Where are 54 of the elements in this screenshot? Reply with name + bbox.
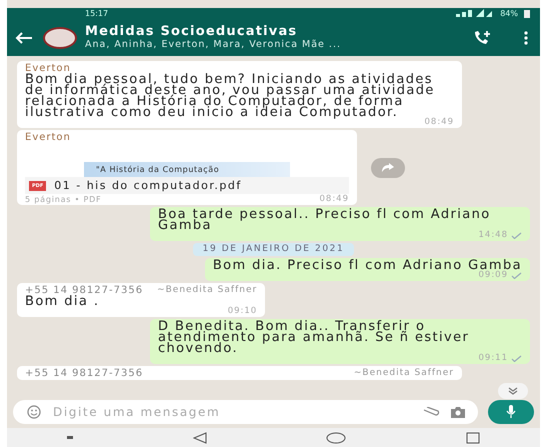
status-time: 15:17	[85, 9, 108, 18]
battery-icon	[524, 9, 530, 18]
camera-icon[interactable]	[450, 406, 466, 418]
date-divider: 19 DE JANEIRO DE 2021	[192, 243, 354, 256]
share-arrow-icon	[381, 162, 395, 172]
paperclip-icon[interactable]	[422, 407, 440, 417]
microphone-button[interactable]	[488, 400, 534, 424]
scroll-down-button[interactable]	[498, 383, 528, 399]
group-members: Ana, Aninha, Everton, Mara, Veronica Mãe ...	[85, 39, 342, 51]
message-bubble[interactable]: D Benedita. Bom dia.. Transferir o atendimento para amanhã. Se ñ estiver chovendo. 09:11	[150, 319, 530, 364]
sent-tick-icon	[511, 232, 522, 239]
back-arrow-icon[interactable]	[15, 32, 33, 44]
message-time: 08:49	[424, 118, 454, 127]
recent-apps-icon[interactable]	[466, 432, 480, 444]
battery-level: 84%	[500, 9, 518, 18]
message-text: D Benedita. Bom dia.. Transferir o atendimento para amanhã. Se ñ estiver chovendo.	[158, 321, 470, 354]
add-call-icon[interactable]	[472, 30, 492, 46]
preview-title: "A História da Computação	[84, 162, 290, 177]
back-icon[interactable]	[192, 432, 207, 444]
message-text: Boa tarde pessoal.. Preciso fl com Adriano Gamba	[158, 209, 491, 231]
document-preview[interactable]: "A História da Computação	[25, 143, 349, 177]
message-time: 09:10	[228, 307, 258, 316]
sender-name: ~Benedita Saffner	[354, 368, 454, 379]
more-options-icon[interactable]	[524, 30, 528, 44]
message-bubble[interactable]: Bom dia. Preciso fl com Adriano Gamba 09:09	[204, 258, 530, 281]
message-bubble[interactable]	[17, 61, 462, 128]
microphone-icon	[506, 405, 516, 419]
double-chevron-icon	[508, 387, 518, 395]
message-time: 08:49	[320, 195, 349, 204]
signal-icon	[454, 8, 494, 16]
group-title[interactable]: Medidas Socioeducativas	[85, 24, 464, 39]
message-input-field[interactable]: Digite uma mensagem	[51, 404, 412, 420]
sent-tick-icon	[511, 272, 522, 279]
group-avatar[interactable]	[43, 26, 77, 48]
file-info: 5 páginas • PDF	[25, 195, 102, 204]
file-name: 01 - his do computador.pdf	[54, 180, 242, 191]
message-time: 09:11	[478, 354, 508, 363]
sender-name: Everton	[25, 63, 71, 74]
message-text: Bom dia. Preciso fl com Adriano Gamba	[212, 260, 522, 271]
message-text: Bom dia .	[25, 296, 100, 307]
message-composer[interactable]: Digite uma mensagem	[13, 400, 478, 424]
message-bubble[interactable]: +55 14 98127-7356 ~Benedita Saffner	[17, 366, 462, 380]
emoji-icon[interactable]	[27, 405, 41, 419]
message-time: 14:48	[478, 231, 508, 240]
sender-name: ~Benedita Saffner	[157, 285, 258, 296]
message-time: 09:09	[478, 271, 508, 280]
message-bubble[interactable]: +55 14 98127-7356 ~Benedita Saffner Bom dia . 09:10	[17, 283, 266, 317]
home-icon[interactable]	[326, 432, 346, 444]
message-text: Bom dia pessoal, tudo bem? Iniciando as atividades de informática deste ano, vou passar uma atividade relacionada a História do Computador, de forma ilustrativa como deu inicio a ideia Computador.	[25, 74, 435, 118]
message-bubble[interactable]: Boa tarde pessoal.. Preciso fl com Adriano Gamba 14:48	[150, 207, 530, 241]
sender-name: Everton	[25, 132, 71, 143]
sender-phone: +55 14 98127-7356	[25, 368, 144, 379]
sent-tick-icon	[511, 355, 522, 362]
sender-phone: +55 14 98127-7356	[25, 285, 144, 296]
